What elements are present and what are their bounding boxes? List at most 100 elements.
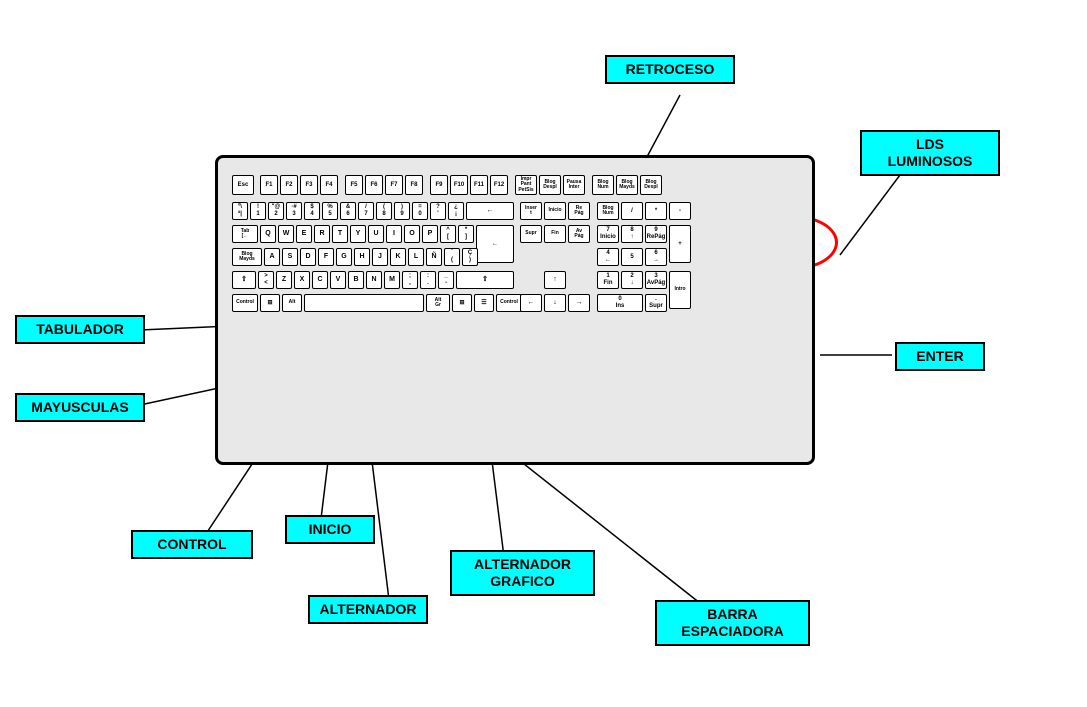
key-n[interactable]: N [366,271,382,289]
key-apostrophe[interactable]: ?' [430,202,446,220]
numpad-asterisk[interactable]: * [645,202,667,220]
key-f4[interactable]: F4 [320,175,338,195]
key-k[interactable]: K [390,248,406,266]
key-win-right[interactable]: ⊞ [452,294,472,312]
key-3[interactable]: ·#3 [286,202,302,220]
numpad-1[interactable]: 1Fin [597,271,619,289]
key-avpag[interactable]: AvPág [568,225,590,243]
key-f3[interactable]: F3 [300,175,318,195]
numpad-slash[interactable]: / [621,202,643,220]
numpad-blognum[interactable]: BlogNum [597,202,619,220]
numpad-7[interactable]: 7Inicio [597,225,619,243]
key-o[interactable]: O [404,225,420,243]
key-ccedilla[interactable]: Ç) [462,248,478,266]
key-p[interactable]: P [422,225,438,243]
key-supr[interactable]: Supr [520,225,542,243]
key-u[interactable]: U [368,225,384,243]
key-s[interactable]: S [282,248,298,266]
key-blogmayds[interactable]: BlogMayds [616,175,638,195]
key-bloqmayus[interactable]: BlogMayds [232,248,262,266]
key-arrow-left[interactable]: ← [520,294,542,312]
numpad-del[interactable]: .Supr [645,294,667,312]
key-tab[interactable]: Tab[← [232,225,258,243]
key-enie[interactable]: Ñ [426,248,442,266]
key-blogdespl[interactable]: BlogDespl [539,175,561,195]
key-arrow-down[interactable]: ↓ [544,294,566,312]
numpad-0[interactable]: 0Ins [597,294,643,312]
key-4[interactable]: $4 [304,202,320,220]
key-fin[interactable]: Fin [544,225,566,243]
numpad-3[interactable]: 3AvPág [645,271,667,289]
key-blognum[interactable]: BlogNum [592,175,614,195]
numpad-minus[interactable]: - [669,202,691,220]
key-f8[interactable]: F8 [405,175,423,195]
key-c[interactable]: C [312,271,328,289]
key-w[interactable]: W [278,225,294,243]
numpad-6[interactable]: 6→ [645,248,667,266]
key-1[interactable]: !1 [250,202,266,220]
key-impr[interactable]: ImprPantPetSis [515,175,537,195]
key-l[interactable]: L [408,248,424,266]
key-r[interactable]: R [314,225,330,243]
key-f9[interactable]: F9 [430,175,448,195]
numpad-2[interactable]: 2↓ [621,271,643,289]
key-b[interactable]: B [348,271,364,289]
key-y[interactable]: Y [350,225,366,243]
key-bracket-close[interactable]: *] [458,225,474,243]
key-arrow-right[interactable]: → [568,294,590,312]
key-7[interactable]: /7 [358,202,374,220]
key-win-left[interactable]: ⊞ [260,294,280,312]
key-esc[interactable]: Esc [232,175,254,195]
key-backspace[interactable]: ← [466,202,514,220]
key-space[interactable] [304,294,424,312]
key-f7[interactable]: F7 [385,175,403,195]
key-ctrl-left[interactable]: Control [232,294,258,312]
key-6[interactable]: &6 [340,202,356,220]
key-period[interactable]: :. [420,271,436,289]
key-g[interactable]: G [336,248,352,266]
key-inicio[interactable]: Inicio [544,202,566,220]
key-enter[interactable]: ← [476,225,514,263]
key-j[interactable]: J [372,248,388,266]
key-f12[interactable]: F12 [490,175,508,195]
key-v[interactable]: V [330,271,346,289]
key-i[interactable]: I [386,225,402,243]
key-d[interactable]: D [300,248,316,266]
key-grave[interactable]: º\ª| [232,202,248,220]
key-f1[interactable]: F1 [260,175,278,195]
key-e[interactable]: E [296,225,312,243]
key-altgr[interactable]: AltGr [426,294,450,312]
key-f5[interactable]: F5 [345,175,363,195]
key-inverted[interactable]: ¿¡ [448,202,464,220]
key-q[interactable]: Q [260,225,276,243]
key-5[interactable]: %5 [322,202,338,220]
key-blogdespl2[interactable]: BlogDespl [640,175,662,195]
key-0[interactable]: =0 [412,202,428,220]
key-shift-right[interactable]: ⇧ [456,271,514,289]
key-shift-left[interactable]: ⇧ [232,271,256,289]
key-lessthan[interactable]: >< [258,271,274,289]
key-8[interactable]: (8 [376,202,392,220]
numpad-4[interactable]: 4← [597,248,619,266]
key-insert[interactable]: Insert [520,202,542,220]
key-comma[interactable]: ;, [402,271,418,289]
key-m[interactable]: M [384,271,400,289]
key-ctrl-right[interactable]: Control [496,294,522,312]
numpad-9[interactable]: 9RePág [645,225,667,243]
numpad-8[interactable]: 8↑ [621,225,643,243]
key-x[interactable]: X [294,271,310,289]
numpad-intro[interactable]: Intro [669,271,691,309]
numpad-plus[interactable]: + [669,225,691,263]
key-a[interactable]: A [264,248,280,266]
key-f11[interactable]: F11 [470,175,488,195]
key-arrow-up[interactable]: ↑ [544,271,566,289]
key-f[interactable]: F [318,248,334,266]
key-menu[interactable]: ☰ [474,294,494,312]
key-f2[interactable]: F2 [280,175,298,195]
key-9[interactable]: )9 [394,202,410,220]
key-minus[interactable]: _- [438,271,454,289]
key-h[interactable]: H [354,248,370,266]
key-f10[interactable]: F10 [450,175,468,195]
key-acute[interactable]: ´( [444,248,460,266]
numpad-5[interactable]: 5 [621,248,643,266]
